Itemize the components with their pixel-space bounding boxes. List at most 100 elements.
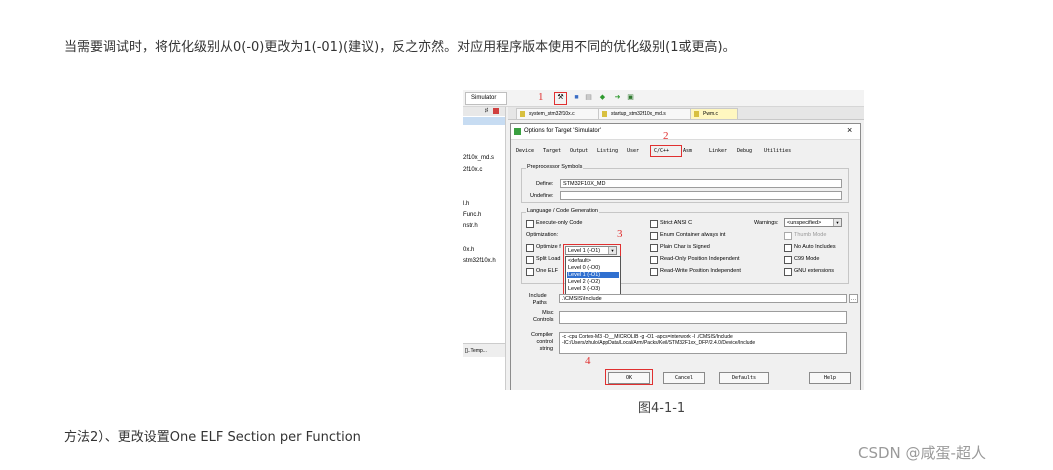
file-tab-system[interactable]: system_stm32f10x.c	[516, 108, 606, 120]
annotation-1: 1	[538, 91, 544, 103]
execute-only-checkbox[interactable]	[526, 220, 534, 228]
ro-position-checkbox[interactable]	[650, 256, 658, 264]
optimization-dropdown: <default> Level 0 (-O0) Level 1 (-O1) Le…	[565, 256, 621, 298]
keil-screenshot: Simulator 1 ⚒ ■ ▤ ◆ ➜ ▣ ♯ 2f10x_md.s 2f1…	[463, 90, 864, 390]
compiler-line: -IC:/Users/zhulo/AppData/Local/Arm/Packs…	[562, 340, 756, 346]
one-elf-label: One ELF	[536, 268, 559, 274]
article-paragraph-2: 方法2）、更改设置One ELF Section per Function	[64, 430, 361, 445]
project-selected-row[interactable]	[463, 117, 505, 125]
watermark: CSDN @咸蛋-超人	[858, 444, 986, 462]
dialog-title-bar: Options for Target 'Simulator' ×	[511, 124, 860, 140]
dialog-app-icon	[514, 128, 521, 135]
optimization-option[interactable]: Level 3 (-O3)	[567, 286, 619, 292]
file-tab-label: startup_stm32f10x_md.s	[611, 111, 666, 117]
tab-target[interactable]: Target	[543, 148, 561, 154]
execute-only-label: Execute-only Code	[536, 220, 583, 226]
no-auto-includes-label: No Auto Includes	[794, 244, 836, 250]
compiler-control-text[interactable]: -c -cpu Cortex-M3 -D__MICROLIB -g -O1 -a…	[559, 332, 847, 354]
c99-label: C99 Mode	[794, 256, 820, 262]
figure-caption: 图4-1-1	[638, 401, 686, 416]
help-button[interactable]: Help	[809, 372, 851, 384]
c99-checkbox[interactable]	[784, 256, 792, 264]
split-load-label: Split Load	[536, 256, 561, 262]
pack-installer-icon[interactable]: ▣	[626, 93, 635, 102]
pin-icon[interactable]: ♯	[485, 108, 488, 114]
annotation-4: 4	[585, 355, 591, 367]
file-icon	[694, 111, 699, 117]
project-file-item[interactable]: 2f10x_md.s	[463, 155, 494, 161]
file-tab-strip: system_stm32f10x.c startup_stm32f10x_md.…	[508, 107, 864, 120]
project-file-item[interactable]: Func.h	[463, 212, 481, 218]
plain-char-label: Plain Char is Signed	[660, 244, 710, 250]
optimization-option[interactable]: <default>	[567, 258, 619, 264]
chevron-down-icon: ▼	[833, 219, 841, 226]
project-file-item[interactable]: 0x.h	[463, 247, 474, 253]
target-label: Simulator	[471, 95, 497, 101]
include-browse-button[interactable]: …	[849, 294, 858, 303]
gnu-extensions-label: GNU extensions	[794, 268, 835, 274]
project-file-item[interactable]: 2f10x.c	[463, 167, 482, 173]
optimization-option[interactable]: Level 0 (-O0)	[567, 265, 619, 271]
no-auto-includes-checkbox[interactable]	[784, 244, 792, 252]
file-icon	[602, 111, 607, 117]
tab-utilities[interactable]: Utilities	[764, 148, 791, 154]
tab-user[interactable]: User	[627, 148, 639, 154]
plain-char-checkbox[interactable]	[650, 244, 658, 252]
project-pane: ♯ 2f10x_md.s 2f10x.c l.h Func.h nstr.h 0…	[463, 107, 506, 390]
undefine-label: Undefine:	[530, 193, 554, 199]
templates-tab[interactable]: []..Temp...	[463, 343, 505, 357]
thumb-mode-checkbox	[784, 232, 792, 240]
misc-controls-input[interactable]	[559, 311, 847, 324]
rw-position-checkbox[interactable]	[650, 268, 658, 276]
include-paths-input[interactable]: .\CMSIS\Include	[559, 294, 847, 303]
file-tab-pwm[interactable]: Pwm.c	[690, 108, 738, 120]
warnings-select[interactable]: <unspecified> ▼	[784, 218, 842, 227]
enum-container-checkbox[interactable]	[650, 232, 658, 240]
project-file-item[interactable]: nstr.h	[463, 223, 478, 229]
cancel-button[interactable]: Cancel	[663, 372, 705, 384]
tab-debug[interactable]: Debug	[737, 148, 752, 154]
arrow-icon[interactable]: ➜	[613, 93, 622, 102]
annotation-2: 2	[663, 130, 669, 142]
one-elf-checkbox[interactable]	[526, 268, 534, 276]
tab-linker[interactable]: Linker	[709, 148, 727, 154]
gnu-extensions-checkbox[interactable]	[784, 268, 792, 276]
manage-components-icon[interactable]: ■	[572, 93, 581, 102]
compiler-control-label: Compiler control string	[531, 332, 554, 352]
highlight-ok-button	[605, 369, 653, 385]
file-tab-label: system_stm32f10x.c	[529, 111, 575, 117]
strict-ansi-checkbox[interactable]	[650, 220, 658, 228]
language-group-label: Language / Code Generation	[526, 208, 599, 214]
tab-asm[interactable]: Asm	[683, 148, 692, 154]
tab-listing[interactable]: Listing	[597, 148, 618, 154]
optimization-option-selected[interactable]: Level 1 (-O1)	[567, 272, 619, 278]
article-paragraph-1: 当需要调试时，将优化级别从0(-0)更改为1(-01)(建议)，反之亦然。对应用…	[64, 40, 736, 55]
file-tab-label: Pwm.c	[703, 111, 718, 117]
project-pane-header: ♯	[463, 107, 505, 116]
preprocessor-group: Preprocessor Symbols Define: STM32F10X_M…	[521, 164, 849, 203]
defaults-button[interactable]: Defaults	[719, 372, 769, 384]
optimization-label: Optimization:	[526, 232, 559, 238]
thumb-mode-label: Thumb Mode	[794, 232, 827, 238]
optimize-time-checkbox[interactable]	[526, 244, 534, 252]
copy-icon[interactable]: ▤	[584, 93, 593, 102]
ro-position-label: Read-Only Position Independent	[660, 256, 740, 262]
tab-device[interactable]: Device	[516, 148, 534, 154]
define-input[interactable]: STM32F10X_MD	[560, 179, 842, 188]
project-file-item[interactable]: stm32f10x.h	[463, 258, 496, 264]
diamond-icon[interactable]: ◆	[598, 93, 607, 102]
optimization-option[interactable]: Level 2 (-O2)	[567, 279, 619, 285]
preprocessor-group-label: Preprocessor Symbols	[526, 164, 584, 170]
close-icon[interactable]	[493, 108, 499, 114]
project-file-item[interactable]: l.h	[463, 201, 469, 207]
highlight-cpp-tab	[650, 145, 682, 157]
rw-position-label: Read-Write Position Independent	[660, 268, 741, 274]
warnings-label: Warnings:	[754, 220, 779, 226]
file-icon	[520, 111, 525, 117]
undefine-input[interactable]	[560, 191, 842, 200]
tab-output[interactable]: Output	[570, 148, 588, 154]
toolbar: Simulator 1 ⚒ ■ ▤ ◆ ➜ ▣	[463, 90, 864, 107]
dialog-close-icon[interactable]: ×	[847, 125, 852, 135]
file-tab-startup[interactable]: startup_stm32f10x_md.s	[598, 108, 698, 120]
split-load-checkbox[interactable]	[526, 256, 534, 264]
